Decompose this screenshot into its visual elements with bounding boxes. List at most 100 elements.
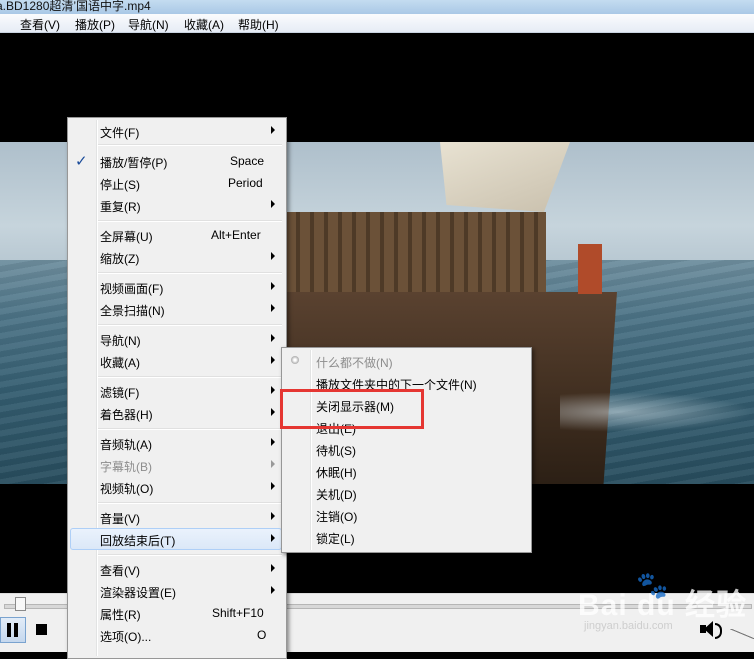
menu-item-label: 导航(N) [100, 334, 141, 348]
submenu-item-label: 锁定(L) [316, 532, 355, 546]
submenu-arrow-icon [271, 200, 275, 208]
menu-item-audio-track[interactable]: 音频轨(A) [70, 432, 282, 454]
menu-item-label: 滤镜(F) [100, 386, 140, 400]
submenu-arrow-icon [271, 586, 275, 594]
submenu-item-label: 休眠(H) [316, 466, 357, 480]
menu-item-navigate[interactable]: 导航(N) [70, 328, 282, 350]
menu-separator [98, 220, 282, 222]
menu-item-label: 全景扫描(N) [100, 304, 165, 318]
seek-thumb[interactable] [15, 597, 26, 611]
menu-separator [98, 428, 282, 430]
menu-item-label: 视频画面(F) [100, 282, 164, 296]
menu-item-shortcut: O [257, 628, 267, 642]
menu-view[interactable]: 查看(V) [20, 16, 60, 33]
menu-item-shortcut: Alt+Enter [211, 228, 261, 242]
submenu-arrow-icon [271, 482, 275, 490]
menu-item-renderer-settings[interactable]: 渲染器设置(E) [70, 580, 282, 602]
menu-play[interactable]: 播放(P) [75, 16, 115, 33]
menu-item-label: 字幕轨(B) [100, 460, 152, 474]
title-bar: a.BD1280超清’国语中字.mp4 [0, 0, 754, 14]
submenu-item-log-off[interactable]: 注销(O) [284, 504, 527, 526]
pause-icon-bar [14, 623, 18, 637]
menu-item-label: 回放结束后(T) [100, 534, 176, 548]
menu-item-label: 视频轨(O) [100, 482, 154, 496]
annotation-highlight-box [280, 389, 424, 429]
submenu-item-do-nothing[interactable]: 什么都不做(N) [284, 350, 527, 372]
submenu-arrow-icon [271, 334, 275, 342]
menu-item-filters[interactable]: 滤镜(F) [70, 380, 282, 402]
checkmark-icon: ✓ [75, 153, 88, 170]
stop-button[interactable] [29, 617, 53, 641]
menu-item-properties[interactable]: 属性(R) Shift+F10 [70, 602, 282, 624]
ship-flag [578, 244, 602, 294]
context-menu: 文件(F) ✓ 播放/暂停(P) Space 停止(S) Period 重复(R… [67, 117, 287, 659]
submenu-item-label: 注销(O) [316, 510, 358, 524]
menu-item-shaders[interactable]: 着色器(H) [70, 402, 282, 424]
menu-item-label: 查看(V) [100, 564, 140, 578]
submenu-item-standby[interactable]: 待机(S) [284, 438, 527, 460]
menu-item-file[interactable]: 文件(F) [70, 120, 282, 142]
submenu-item-hibernate[interactable]: 休眠(H) [284, 460, 527, 482]
submenu-arrow-icon [271, 512, 275, 520]
menu-navigate[interactable]: 导航(N) [128, 16, 169, 33]
stop-icon [36, 624, 47, 635]
menu-item-options[interactable]: 选项(O)... O [70, 624, 282, 646]
menu-help[interactable]: 帮助(H) [238, 16, 279, 33]
submenu-arrow-icon [271, 534, 275, 542]
menu-separator [98, 376, 282, 378]
menu-item-zoom[interactable]: 缩放(Z) [70, 246, 282, 268]
submenu-arrow-icon [271, 564, 275, 572]
menu-item-shortcut: Shift+F10 [212, 606, 264, 620]
submenu-arrow-icon [271, 304, 275, 312]
menu-item-label: 文件(F) [100, 126, 140, 140]
submenu-arrow-icon [271, 460, 275, 468]
ship-wake [560, 392, 754, 432]
menu-item-label: 重复(R) [100, 200, 141, 214]
pause-icon [7, 623, 11, 637]
menu-item-after-playback[interactable]: 回放结束后(T) [70, 528, 282, 550]
menu-separator [98, 324, 282, 326]
menu-item-subtitle-track[interactable]: 字幕轨(B) [70, 454, 282, 476]
volume-slider[interactable] [730, 629, 754, 639]
menu-item-pan-scan[interactable]: 全景扫描(N) [70, 298, 282, 320]
menu-item-label: 音量(V) [100, 512, 140, 526]
submenu-arrow-icon [271, 356, 275, 364]
menu-item-label: 收藏(A) [100, 356, 140, 370]
submenu-item-label: 关机(D) [316, 488, 357, 502]
menu-item-favorites[interactable]: 收藏(A) [70, 350, 282, 372]
submenu-item-lock[interactable]: 锁定(L) [284, 526, 527, 548]
menu-item-label: 渲染器设置(E) [100, 586, 176, 600]
menu-item-video-track[interactable]: 视频轨(O) [70, 476, 282, 498]
submenu-arrow-icon [271, 438, 275, 446]
menu-item-volume[interactable]: 音量(V) [70, 506, 282, 528]
menu-item-play-pause[interactable]: ✓ 播放/暂停(P) Space [70, 150, 282, 172]
menu-item-shortcut: Space [230, 154, 265, 168]
submenu-item-label: 什么都不做(N) [316, 356, 393, 370]
menu-item-label: 全屏幕(U) [100, 230, 153, 244]
speaker-cone [704, 621, 713, 637]
menu-separator [98, 554, 282, 556]
menu-item-video-frame[interactable]: 视频画面(F) [70, 276, 282, 298]
after-playback-submenu: 什么都不做(N) 播放文件夹中的下一个文件(N) 关闭显示器(M) 退出(E) … [281, 347, 532, 553]
menu-favorites[interactable]: 收藏(A) [184, 16, 224, 33]
submenu-arrow-icon [271, 386, 275, 394]
menu-separator [98, 502, 282, 504]
menu-item-shortcut: Period [228, 176, 263, 190]
submenu-arrow-icon [271, 126, 275, 134]
menu-item-label: 停止(S) [100, 178, 140, 192]
menu-separator [98, 144, 282, 146]
pause-button[interactable] [0, 617, 26, 643]
menu-separator [98, 272, 282, 274]
menu-item-fullscreen[interactable]: 全屏幕(U) Alt+Enter [70, 224, 282, 246]
submenu-arrow-icon [271, 252, 275, 260]
submenu-item-label: 待机(S) [316, 444, 356, 458]
submenu-arrow-icon [271, 408, 275, 416]
menu-bar: 查看(V) 播放(P) 导航(N) 收藏(A) 帮助(H) [0, 14, 754, 33]
menu-item-view[interactable]: 查看(V) [70, 558, 282, 580]
submenu-arrow-icon [271, 282, 275, 290]
menu-item-stop[interactable]: 停止(S) Period [70, 172, 282, 194]
menu-item-label: 音频轨(A) [100, 438, 152, 452]
submenu-item-shutdown[interactable]: 关机(D) [284, 482, 527, 504]
menu-item-repeat[interactable]: 重复(R) [70, 194, 282, 216]
mute-button[interactable] [696, 617, 722, 641]
